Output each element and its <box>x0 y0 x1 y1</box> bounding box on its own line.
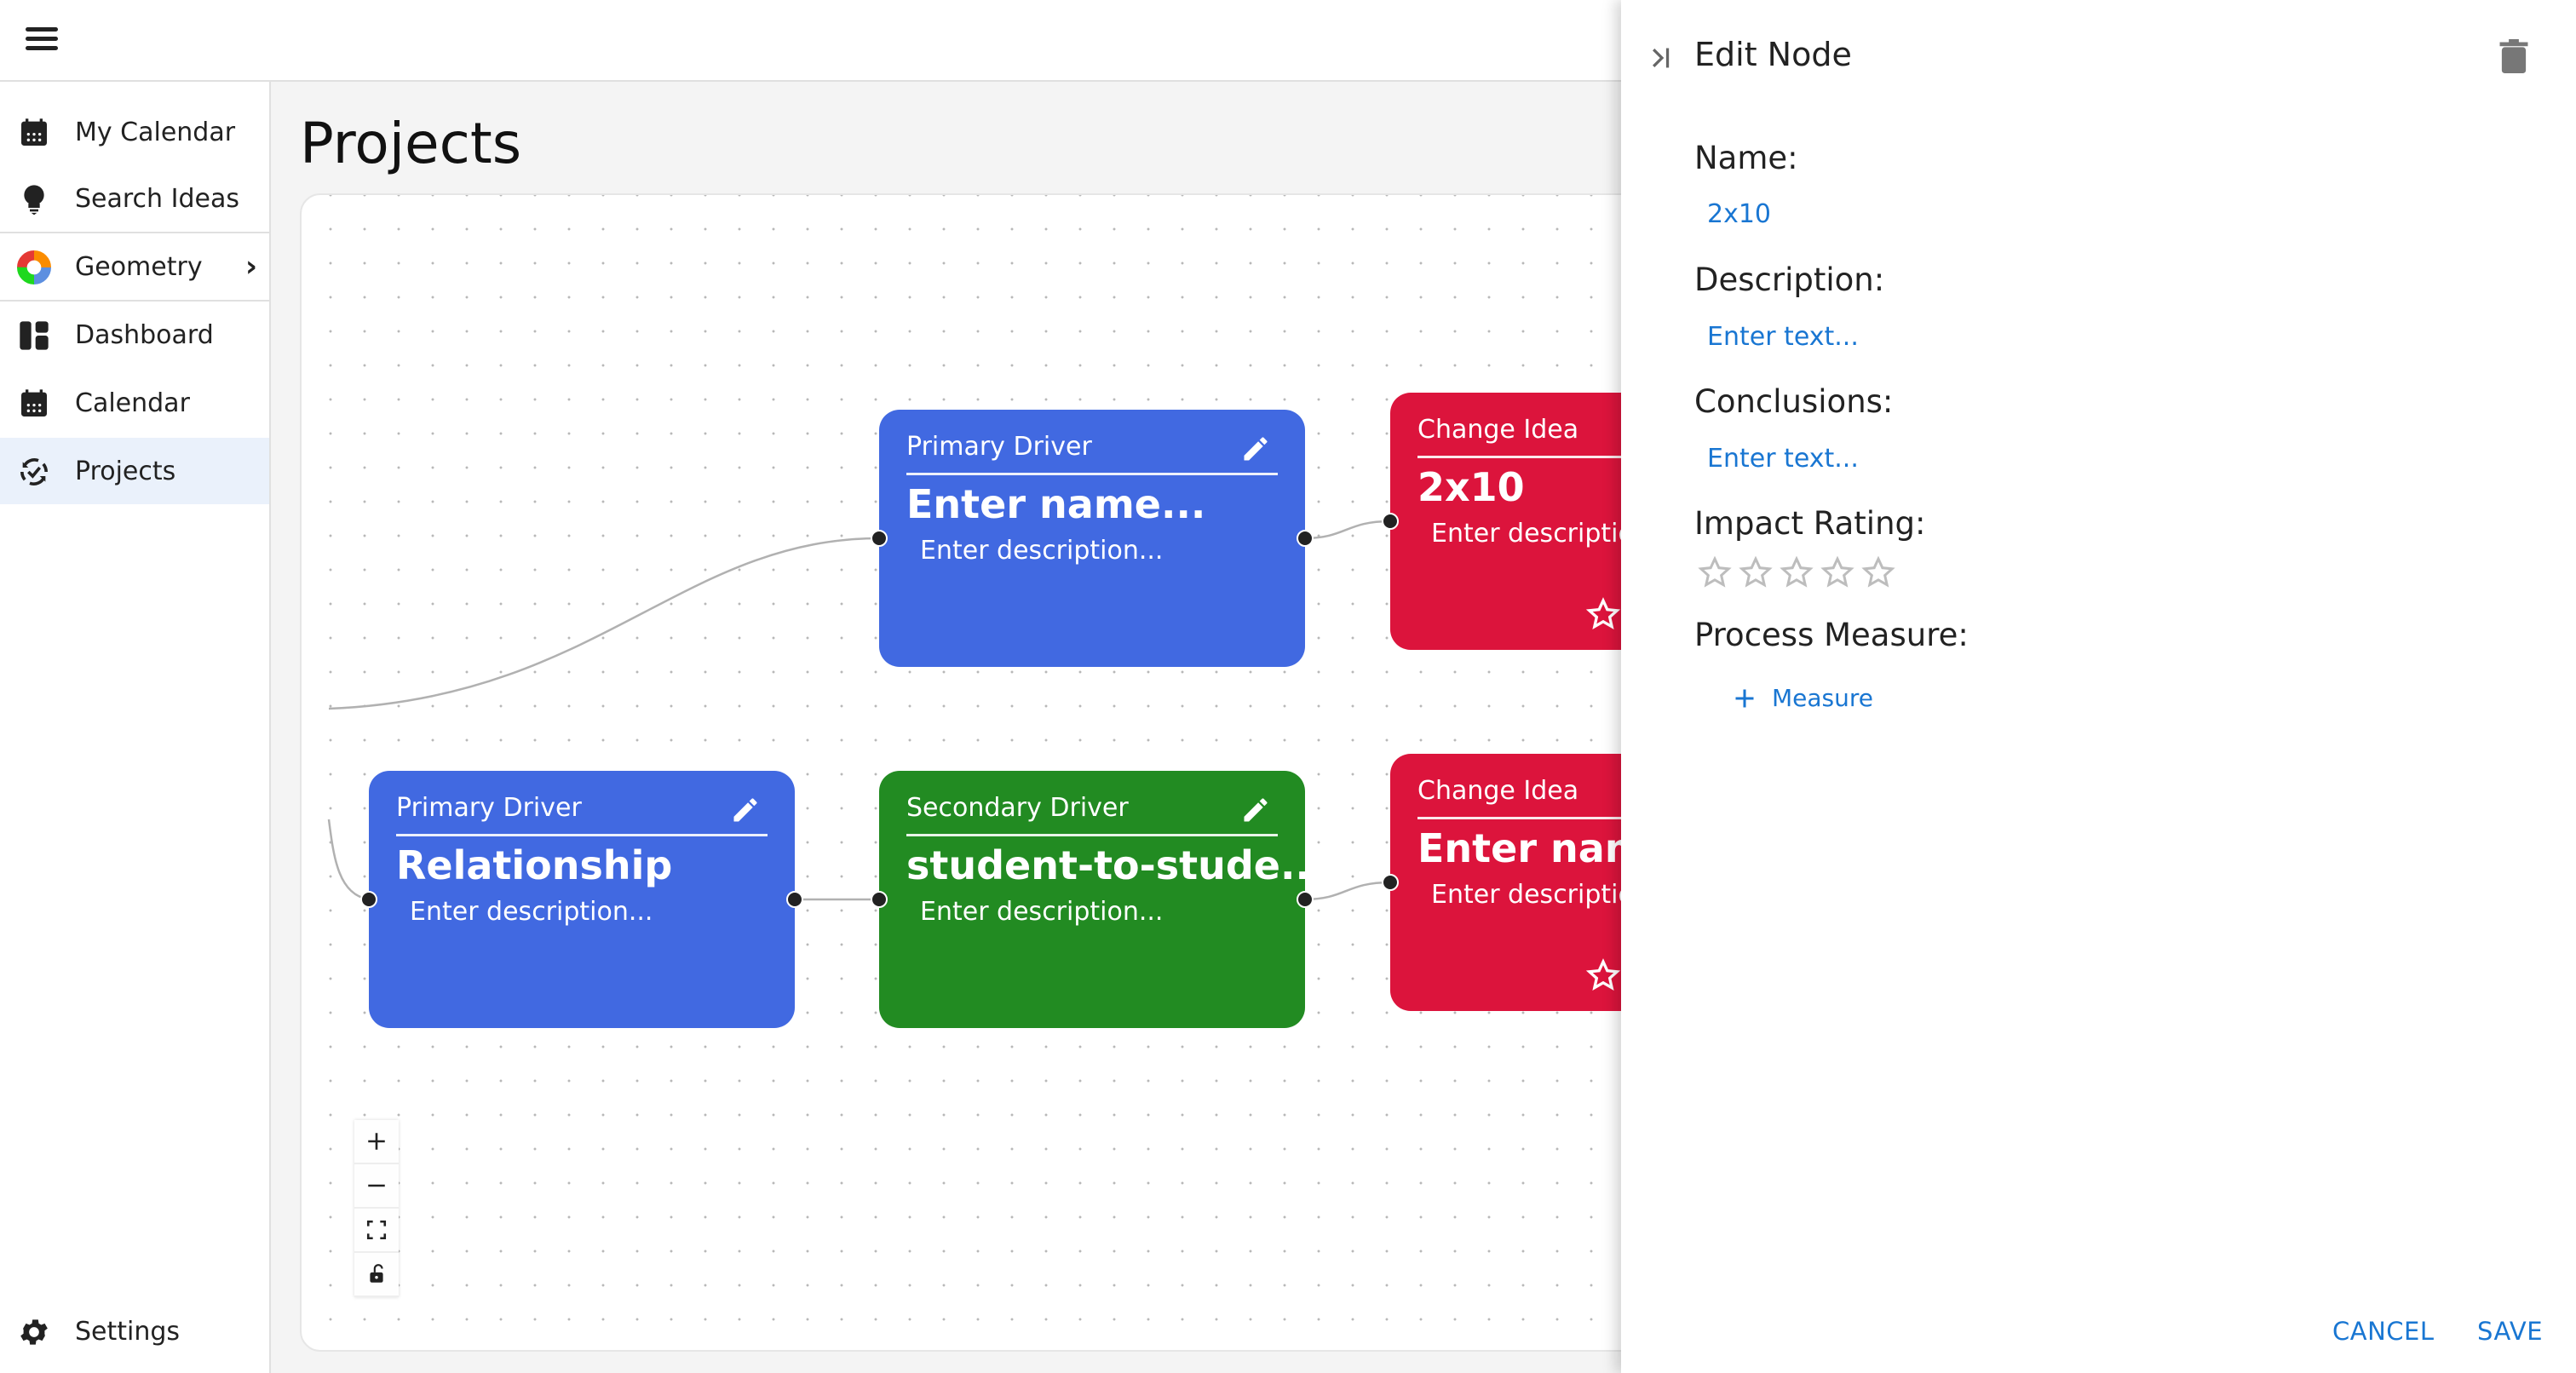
sidebar-item-geometry[interactable]: Geometry › <box>0 233 269 300</box>
calendar-icon <box>17 387 51 421</box>
sidebar-item-my-calendar[interactable]: My Calendar <box>0 99 269 165</box>
star-outline-icon[interactable] <box>1585 958 1621 992</box>
node-type: Secondary Driver <box>906 793 1129 823</box>
collapse-panel-icon[interactable] <box>1645 43 1679 73</box>
star-outline-icon[interactable] <box>1861 555 1895 589</box>
gear-icon <box>17 1315 51 1349</box>
name-label: Name: <box>1694 140 1798 176</box>
add-measure-button[interactable]: Measure <box>1733 684 1873 712</box>
panel-title: Edit Node <box>1694 36 1852 73</box>
description-field[interactable]: Enter text... <box>1707 322 1859 352</box>
zoom-in-button[interactable] <box>354 1120 399 1164</box>
hamburger-menu-icon[interactable] <box>26 27 58 53</box>
colorful-ring-icon <box>17 250 51 284</box>
connection-handle[interactable] <box>871 530 888 547</box>
node-name: 2x10 <box>1417 464 1525 510</box>
node-primary-driver[interactable]: Primary Driver Enter name... Enter descr… <box>871 410 1314 667</box>
star-outline-icon[interactable] <box>1780 555 1814 589</box>
name-field[interactable]: 2x10 <box>1707 199 1771 229</box>
fit-view-button[interactable] <box>354 1209 399 1253</box>
sync-check-icon <box>17 455 51 489</box>
pencil-icon[interactable] <box>1240 795 1271 825</box>
star-outline-icon[interactable] <box>1820 555 1854 589</box>
node-type: Change Idea <box>1417 776 1579 806</box>
sidebar-item-label: My Calendar <box>75 117 236 147</box>
node-primary-driver[interactable]: Primary Driver Relationship Enter descri… <box>360 771 803 1028</box>
trash-icon[interactable] <box>2499 39 2528 73</box>
description-label: Description: <box>1694 261 1885 298</box>
sidebar-item-label: Settings <box>75 1316 181 1347</box>
star-outline-icon[interactable] <box>1739 555 1773 589</box>
plus-icon <box>1735 689 1754 707</box>
conclusions-label: Conclusions: <box>1694 383 1894 420</box>
save-button[interactable]: SAVE <box>2477 1317 2543 1346</box>
pencil-icon[interactable] <box>1240 434 1271 464</box>
impact-rating-label: Impact Rating: <box>1694 505 1926 542</box>
dashboard-icon <box>17 319 51 353</box>
connection-handle[interactable] <box>1382 874 1399 891</box>
sidebar-item-projects[interactable]: Projects <box>0 438 269 504</box>
toggle-lock-button[interactable] <box>354 1253 399 1297</box>
page-title: Projects <box>300 111 522 176</box>
node-name: student-to-stude... <box>906 842 1325 888</box>
node-name: Enter name... <box>906 481 1206 527</box>
node-divider <box>396 834 768 836</box>
node-type: Change Idea <box>1417 415 1579 445</box>
sidebar-item-dashboard[interactable]: Dashboard <box>0 302 269 368</box>
sidebar-item-label: Search Ideas <box>75 183 239 214</box>
node-divider <box>906 834 1278 836</box>
calendar-icon <box>17 116 51 150</box>
sidebar-item-label: Calendar <box>75 388 190 418</box>
node-divider <box>906 473 1278 475</box>
node-description: Enter description... <box>920 897 1164 927</box>
node-secondary-driver[interactable]: Secondary Driver student-to-stude... Ent… <box>871 771 1325 1028</box>
connection-handle[interactable] <box>1297 530 1314 547</box>
sidebar-item-label: Projects <box>75 456 176 486</box>
sidebar-item-search-ideas[interactable]: Search Ideas <box>0 165 269 232</box>
sidebar-item-settings[interactable]: Settings <box>0 1298 269 1364</box>
lightbulb-icon <box>17 182 51 216</box>
minus-icon <box>368 1184 385 1187</box>
fit-view-icon <box>366 1220 387 1240</box>
node-description: Enter description... <box>920 536 1164 566</box>
node-type: Primary Driver <box>906 432 1092 462</box>
sidebar-item-calendar[interactable]: Calendar <box>0 370 269 436</box>
chevron-right-icon: › <box>244 250 257 284</box>
star-outline-icon[interactable] <box>1698 555 1732 589</box>
node-type: Primary Driver <box>396 793 582 823</box>
node-description: Enter description... <box>410 897 653 927</box>
sidebar-item-label: Geometry <box>75 251 203 282</box>
connection-handle[interactable] <box>786 891 803 908</box>
sidebar: My Calendar Search Ideas Geometry › Dash… <box>0 82 271 1373</box>
sidebar-item-label: Dashboard <box>75 319 214 350</box>
process-measure-label: Process Measure: <box>1694 617 1969 653</box>
unlock-icon <box>370 1264 383 1283</box>
connection-handle[interactable] <box>1382 513 1399 530</box>
impact-rating <box>1698 555 1895 589</box>
star-outline-icon[interactable] <box>1585 597 1621 631</box>
connection-handle[interactable] <box>1297 891 1314 908</box>
zoom-out-button[interactable] <box>354 1164 399 1209</box>
connection-handle[interactable] <box>360 891 377 908</box>
add-measure-label: Measure <box>1772 684 1873 712</box>
pencil-icon[interactable] <box>730 795 761 825</box>
connection-handle[interactable] <box>871 891 888 908</box>
node-name: Relationship <box>396 842 673 888</box>
cancel-button[interactable]: CANCEL <box>2332 1317 2435 1346</box>
panel-header: Edit Node <box>1621 0 2576 111</box>
canvas-controls <box>354 1120 399 1297</box>
conclusions-field[interactable]: Enter text... <box>1707 444 1859 474</box>
plus-icon <box>368 1133 385 1150</box>
